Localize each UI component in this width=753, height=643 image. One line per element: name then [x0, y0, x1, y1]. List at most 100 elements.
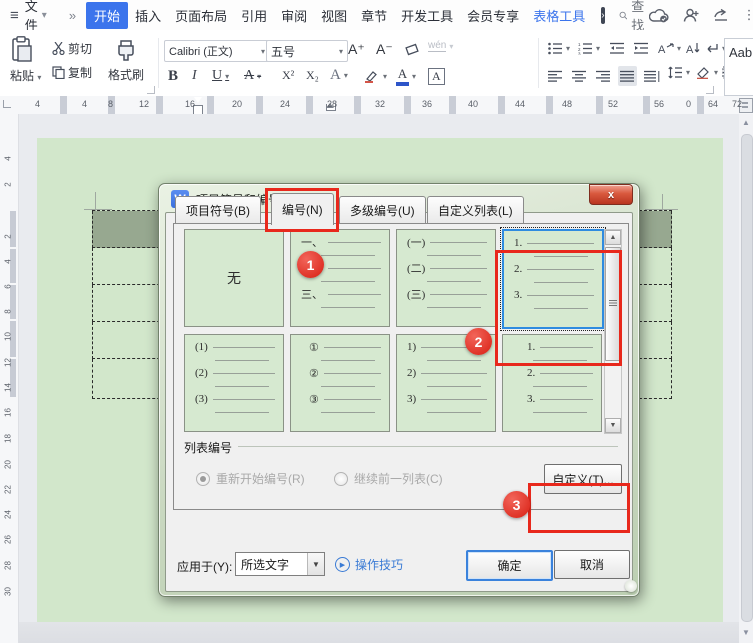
horizontal-ruler[interactable]: 44812162024283236404448525606472: [0, 96, 753, 115]
clear-format-button[interactable]: [404, 42, 420, 56]
hruler-number: 28: [327, 99, 337, 109]
shading-button[interactable]: ▾: [696, 66, 718, 79]
grid-scroll-up-icon[interactable]: ▲: [605, 230, 621, 245]
file-chevron-icon[interactable]: ▾: [42, 10, 47, 21]
pinyin-guide-button[interactable]: wén ▾: [428, 40, 453, 52]
scrollbar-thumb[interactable]: [741, 134, 753, 622]
tab-view[interactable]: 视图: [314, 2, 354, 29]
tab-developer[interactable]: 开发工具: [394, 2, 460, 29]
tab-review[interactable]: 审阅: [274, 2, 314, 29]
more-menu-icon[interactable]: ⋮: [743, 7, 753, 23]
numbering-style-chinese[interactable]: 一、 二、 三、: [290, 229, 390, 327]
hruler-band: [256, 96, 263, 114]
numbering-style-paren-decimal[interactable]: (1) (2) (3): [184, 334, 284, 432]
line-break-button[interactable]: ▾: [706, 42, 726, 55]
vruler-number: 4: [4, 152, 13, 166]
cut-button[interactable]: 剪切: [52, 40, 92, 57]
radio-continue-list[interactable]: 继续前一列表(C): [334, 470, 443, 487]
character-scale-button[interactable]: A ▾: [658, 42, 681, 55]
subscript-button[interactable]: X₂: [306, 68, 319, 83]
vruler-number: 12: [4, 356, 13, 370]
strikethrough-button[interactable]: A▾: [244, 68, 261, 84]
vruler-number: 4: [4, 255, 13, 269]
highlight-button[interactable]: ▾: [364, 69, 387, 83]
scroll-up-icon[interactable]: ▲: [739, 118, 753, 127]
tab-custom-list[interactable]: 自定义列表(L): [427, 196, 524, 225]
font-name-combo[interactable]: Calibri (正文)▾: [164, 40, 270, 62]
grid-scroll-down-icon[interactable]: ▼: [605, 418, 621, 433]
main-vertical-scrollbar[interactable]: ▲ ▼: [739, 114, 753, 643]
dialog-resize-grip[interactable]: [625, 580, 637, 592]
file-menu[interactable]: 文件: [25, 0, 38, 34]
tab-references[interactable]: 引用: [234, 2, 274, 29]
numbered-list-button[interactable]: 123 ▾: [578, 42, 600, 55]
format-painter-button[interactable]: 格式刷: [108, 36, 144, 83]
cloud-sync-icon[interactable]: [649, 8, 669, 23]
tab-section[interactable]: 章节: [354, 2, 394, 29]
justify-button[interactable]: [618, 66, 637, 86]
tab-bullets[interactable]: 项目符号(B): [175, 196, 261, 225]
underline-button[interactable]: U▾: [212, 68, 229, 84]
vertical-ruler[interactable]: 4224681012141618202224262830: [0, 114, 19, 643]
vruler-number: 26: [4, 533, 13, 547]
tab-table-style[interactable]: 表格样: [592, 2, 599, 29]
tab-home[interactable]: 开始: [86, 2, 128, 29]
align-right-button[interactable]: [594, 66, 613, 86]
tab-overflow-right-icon[interactable]: ›: [601, 7, 604, 24]
tab-outline-numbering[interactable]: 多级编号(U): [339, 196, 426, 225]
numbering-style-circled[interactable]: ① ② ③: [290, 334, 390, 432]
hruler-number: 44: [515, 99, 525, 109]
cancel-button[interactable]: 取消: [554, 550, 630, 579]
bullet-list-button[interactable]: ▾: [548, 42, 570, 55]
vruler-number: 18: [4, 432, 13, 446]
play-icon: ▶: [335, 557, 350, 572]
hamburger-icon[interactable]: ≡: [10, 7, 19, 24]
tab-page-layout[interactable]: 页面布局: [168, 2, 234, 29]
tips-link[interactable]: ▶ 操作技巧: [335, 556, 403, 573]
font-size-combo[interactable]: 五号▾: [266, 40, 348, 62]
radio-restart-numbering[interactable]: 重新开始编号(R): [196, 470, 305, 487]
copy-button[interactable]: 复制: [52, 64, 92, 81]
align-left-button[interactable]: [546, 66, 565, 86]
chevron-down-icon: ▾: [339, 47, 343, 56]
character-scale-icon: A: [658, 42, 674, 55]
style-gallery[interactable]: Aab: [724, 38, 753, 96]
dropdown-arrow-icon[interactable]: ▼: [307, 553, 324, 575]
numbering-style-none[interactable]: 无: [184, 229, 284, 327]
distribute-button[interactable]: [642, 66, 662, 86]
numbering-style-chinese-paren[interactable]: (一) (二) (三): [396, 229, 496, 327]
paste-button[interactable]: 粘贴 ▾: [10, 36, 41, 84]
search-control[interactable]: 查找: [619, 0, 649, 34]
tab-table-tools[interactable]: 表格工具: [526, 2, 592, 29]
vruler-number: 2: [4, 178, 13, 192]
hruler-number: 32: [375, 99, 385, 109]
tab-membership[interactable]: 会员专享: [460, 2, 526, 29]
shrink-font-button[interactable]: A⁻: [376, 41, 393, 58]
increase-indent-button[interactable]: [634, 42, 649, 55]
dialog-close-button[interactable]: x: [589, 184, 633, 205]
hruler-number: 24: [280, 99, 290, 109]
hruler-band: [498, 96, 505, 114]
scroll-down-icon[interactable]: ▼: [739, 628, 753, 637]
text-effects-button[interactable]: A▾: [330, 67, 348, 84]
grow-font-button[interactable]: A⁺: [348, 41, 365, 58]
ok-button[interactable]: 确定: [466, 550, 553, 581]
vruler-number: 2: [4, 230, 13, 244]
add-user-icon[interactable]: [683, 8, 699, 23]
hruler-number: 48: [562, 99, 572, 109]
tab-overflow-left-icon[interactable]: »: [69, 8, 76, 23]
bold-button[interactable]: B: [168, 68, 178, 85]
decrease-indent-button[interactable]: [610, 42, 625, 55]
apply-to-dropdown[interactable]: 所选文字 ▼: [235, 552, 325, 576]
character-border-button[interactable]: A: [428, 68, 445, 85]
hruler-band: [404, 96, 411, 114]
share-icon[interactable]: [713, 8, 729, 23]
tab-insert[interactable]: 插入: [128, 2, 168, 29]
hruler-band: [449, 96, 456, 114]
font-color-button[interactable]: A ▾: [396, 66, 416, 86]
sort-button[interactable]: A: [686, 42, 700, 55]
superscript-button[interactable]: X²: [282, 68, 294, 83]
line-spacing-button[interactable]: ▾: [668, 66, 690, 79]
italic-button[interactable]: I: [192, 68, 197, 84]
align-center-button[interactable]: [570, 66, 589, 86]
